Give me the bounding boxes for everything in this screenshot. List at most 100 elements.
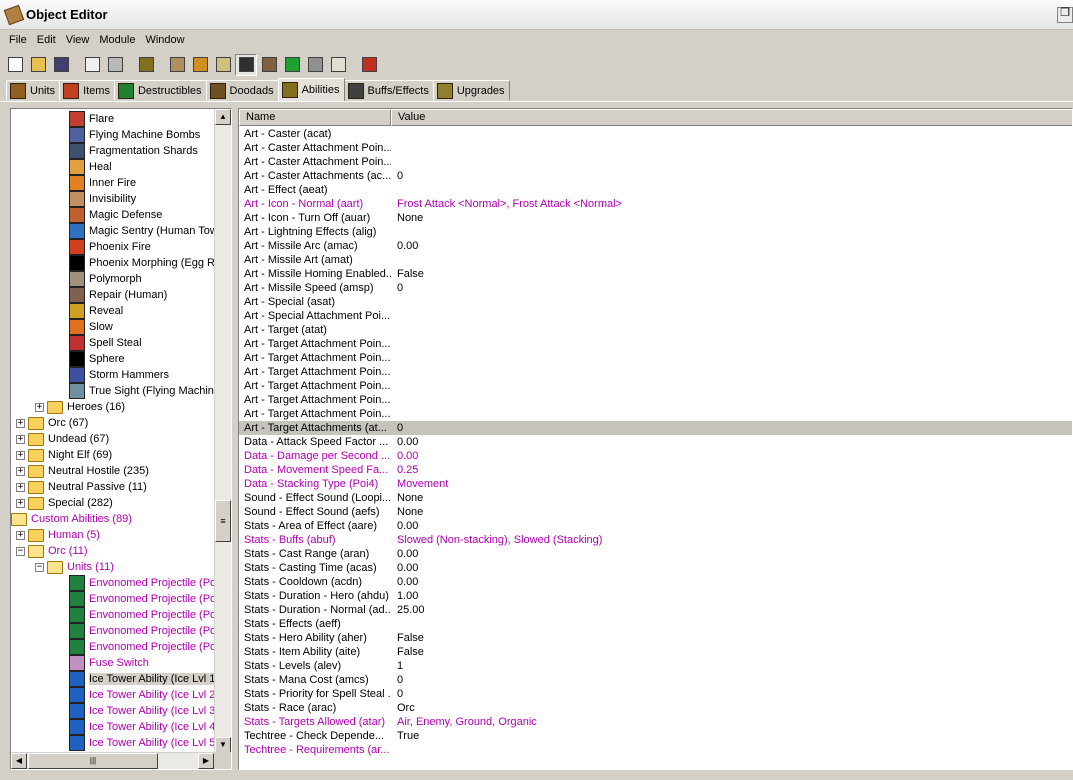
field-value[interactable]: 1 [391, 660, 403, 672]
grid-row[interactable]: Art - Target Attachment Poin... [239, 365, 1072, 379]
field-value[interactable]: 0 [391, 688, 403, 700]
expand-toggle-icon[interactable]: + [16, 482, 25, 492]
scroll-right-icon[interactable]: ▶ [198, 753, 214, 769]
restore-button[interactable]: ❐ [1057, 7, 1073, 23]
grid-row[interactable]: Art - Target Attachment Poin... [239, 393, 1072, 407]
toolbar-button-new[interactable] [4, 54, 26, 76]
tree-ability-item[interactable]: Ice Tower Ability (Ice Lvl 3 [69, 703, 215, 719]
tree-folder-item[interactable]: + Human (5) [16, 527, 100, 543]
grid-row[interactable]: Art - Missile Homing Enabled... False [239, 267, 1072, 281]
tree-ability-item[interactable]: Envonomed Projectile (Poi [69, 591, 215, 607]
field-value[interactable]: None [391, 212, 423, 224]
grid-row[interactable]: Art - Icon - Normal (aart) Frost Attack <… [239, 197, 1072, 211]
grid-row[interactable]: Art - Effect (aeat) [239, 183, 1072, 197]
toolbar-button-import[interactable] [327, 54, 349, 76]
expand-toggle-icon[interactable]: − [35, 562, 44, 572]
tree-ability-item[interactable]: Reveal [69, 303, 123, 319]
tree-ability-item[interactable]: Ice Tower Ability (Ice Lvl 4 [69, 719, 215, 735]
field-value[interactable]: 0.00 [391, 240, 418, 252]
grid-row[interactable]: Art - Caster Attachment Poin... [239, 155, 1072, 169]
toolbar-button-unit[interactable] [304, 54, 326, 76]
tree-ability-item[interactable]: Slow [69, 319, 113, 335]
expand-toggle-icon[interactable]: + [16, 498, 25, 508]
tree-list[interactable]: Flare Flying Machine Bombs Fragmentation S… [11, 109, 215, 753]
grid-row[interactable]: Stats - Priority for Spell Steal ... 0 [239, 687, 1072, 701]
field-value[interactable]: 0.00 [391, 548, 418, 560]
grid-row[interactable]: Art - Missile Speed (amsp) 0 [239, 281, 1072, 295]
tree-ability-item[interactable]: Ice Tower Ability (Ice Lvl 5 [69, 735, 215, 751]
field-value[interactable]: 1.00 [391, 590, 418, 602]
grid-row[interactable]: Stats - Cooldown (acdn) 0.00 [239, 575, 1072, 589]
grid-row[interactable]: Stats - Levels (alev) 1 [239, 659, 1072, 673]
grid-row[interactable]: Data - Attack Speed Factor ... 0.00 [239, 435, 1072, 449]
tree-ability-item[interactable]: Repair (Human) [69, 287, 167, 303]
expand-toggle-icon[interactable]: + [16, 530, 25, 540]
tree-ability-item[interactable]: Ice Tower Ability (Ice Lvl 1 [69, 671, 215, 687]
expand-toggle-icon[interactable]: − [16, 546, 25, 556]
tree-ability-item[interactable]: Inner Fire [69, 175, 136, 191]
column-header-name[interactable]: Name [239, 109, 391, 126]
tab-buffs-effects[interactable]: Buffs/Effects [343, 80, 434, 101]
grid-row[interactable]: Art - Caster (acat) [239, 127, 1072, 141]
menu-file[interactable]: File [4, 34, 32, 46]
tree-ability-item[interactable]: Envonomed Projectile (Poi [69, 575, 215, 591]
menu-window[interactable]: Window [140, 34, 189, 46]
tree-folder-item[interactable]: + Neutral Passive (11) [16, 479, 147, 495]
tree-vertical-scrollbar[interactable]: ▲ ≡ ▼ [214, 109, 231, 753]
grid-row[interactable]: Data - Damage per Second ... 0.00 [239, 449, 1072, 463]
tab-destructibles[interactable]: Destructibles [113, 80, 207, 101]
toolbar-button-copy[interactable] [81, 54, 103, 76]
menu-view[interactable]: View [61, 34, 95, 46]
tree-ability-item[interactable]: Flare [69, 111, 114, 127]
grid-row[interactable]: Data - Stacking Type (Poi4) Movement [239, 477, 1072, 491]
tree-ability-item[interactable]: Fragmentation Shards [69, 143, 198, 159]
grid-row[interactable]: Art - Target Attachment Poin... [239, 337, 1072, 351]
expand-toggle-icon[interactable]: + [16, 466, 25, 476]
tree-folder-item[interactable]: Custom Abilities (89) [11, 511, 132, 527]
grid-row[interactable]: Art - Special Attachment Poi... [239, 309, 1072, 323]
tree-ability-item[interactable]: Sphere [69, 351, 124, 367]
expand-toggle-icon[interactable]: + [16, 450, 25, 460]
grid-row[interactable]: Stats - Effects (aeff) [239, 617, 1072, 631]
field-value[interactable]: False [391, 632, 424, 644]
toolbar-button-test-map[interactable] [358, 54, 380, 76]
tree-ability-item[interactable]: Heal [69, 159, 112, 175]
grid-row[interactable]: Art - Target Attachment Poin... [239, 379, 1072, 393]
grid-row[interactable]: Techtree - Check Depende... True [239, 729, 1072, 743]
toolbar-button-abilities[interactable] [135, 54, 157, 76]
grid-row[interactable]: Art - Target (atat) [239, 323, 1072, 337]
grid-row[interactable]: Stats - Cast Range (aran) 0.00 [239, 547, 1072, 561]
expand-toggle-icon[interactable]: + [16, 418, 25, 428]
field-value[interactable]: 25.00 [391, 604, 425, 616]
tree-ability-item[interactable]: True Sight (Flying Machine [69, 383, 215, 399]
menu-edit[interactable]: Edit [32, 34, 61, 46]
horizontal-scroll-thumb[interactable]: ||| [28, 753, 158, 769]
toolbar-button-paste[interactable] [104, 54, 126, 76]
grid-row[interactable]: Stats - Duration - Normal (ad... 25.00 [239, 603, 1072, 617]
tree-ability-item[interactable]: Invisibility [69, 191, 136, 207]
column-header-value[interactable]: Value [391, 109, 1072, 126]
grid-row[interactable]: Stats - Targets Allowed (atar) Air, Enemy… [239, 715, 1072, 729]
field-value[interactable]: 0.25 [391, 464, 418, 476]
toolbar-button-sound[interactable] [212, 54, 234, 76]
grid-row[interactable]: Stats - Area of Effect (aare) 0.00 [239, 519, 1072, 533]
field-value[interactable]: 0.00 [391, 520, 418, 532]
expand-toggle-icon[interactable]: + [35, 402, 44, 412]
grid-row[interactable]: Stats - Mana Cost (amcs) 0 [239, 673, 1072, 687]
toolbar-button-doodad[interactable] [189, 54, 211, 76]
tree-folder-item[interactable]: + Undead (67) [16, 431, 109, 447]
toolbar-button-region[interactable] [281, 54, 303, 76]
tree-ability-item[interactable]: Polymorph [69, 271, 142, 287]
field-value[interactable]: False [391, 268, 424, 280]
toolbar-button-terrain[interactable] [166, 54, 188, 76]
field-value[interactable]: Slowed (Non-stacking), Slowed (Stacking) [391, 534, 602, 546]
grid-row[interactable]: Art - Target Attachment Poin... [239, 351, 1072, 365]
tree-ability-item[interactable]: Phoenix Morphing (Egg Re [69, 255, 215, 271]
toolbar-button-object[interactable] [235, 53, 257, 76]
grid-row[interactable]: Art - Missile Art (amat) [239, 253, 1072, 267]
tree-ability-item[interactable]: Magic Sentry (Human Tow [69, 223, 215, 239]
grid-row[interactable]: Art - Lightning Effects (alig) [239, 225, 1072, 239]
tree-folder-item[interactable]: − Units (11) [35, 559, 114, 575]
field-value[interactable]: 0.00 [391, 576, 418, 588]
tree-ability-item[interactable]: Ice Tower Ability (Ice Lvl 2 [69, 687, 215, 703]
